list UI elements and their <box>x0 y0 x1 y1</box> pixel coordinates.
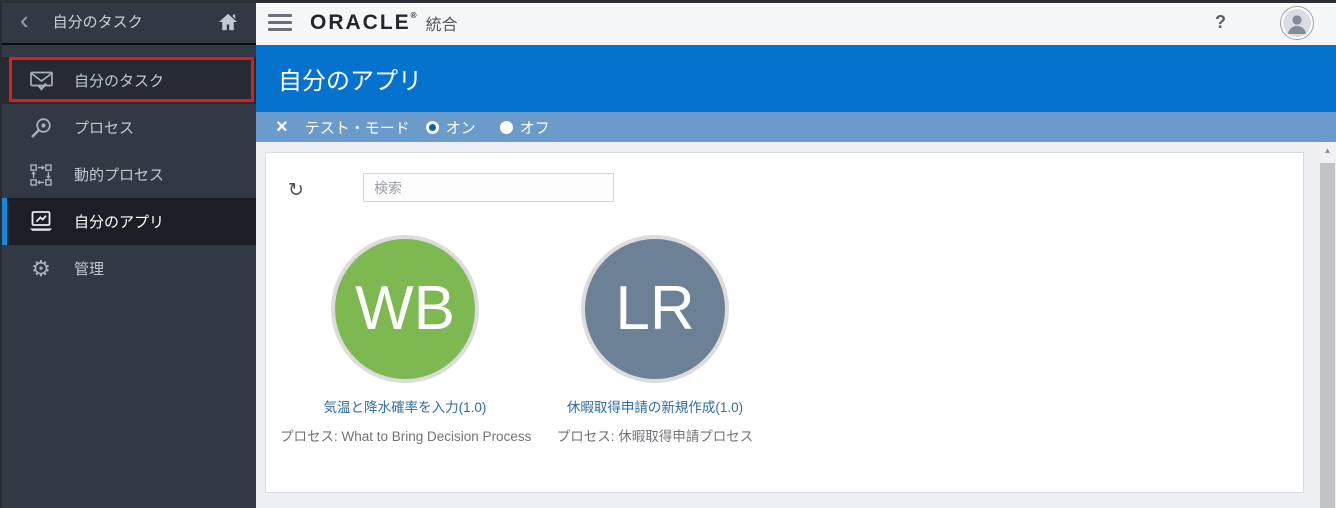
refresh-icon[interactable]: ↻ <box>288 179 304 202</box>
app-icon-wb[interactable]: WB <box>331 235 479 383</box>
avatar-icon <box>1283 9 1311 37</box>
laptop-chart-icon <box>28 209 54 235</box>
help-button[interactable]: ? <box>1215 12 1226 33</box>
sidebar: ‹ 自分のタスク 自分のタスク <box>0 0 256 508</box>
app-link[interactable]: 気温と降水確率を入力(1.0) <box>280 396 530 416</box>
main-area: ORACLE® 統合 ? 自分のアプリ × テスト・モード オン オフ ↻ WB <box>256 0 1336 508</box>
oracle-logo: ORACLE® <box>310 11 417 35</box>
window-top-edge <box>0 0 1336 3</box>
sidebar-item-administration[interactable]: ⚙ 管理 <box>2 245 256 292</box>
app-link[interactable]: 休暇取得申請の新規作成(1.0) <box>530 396 780 416</box>
sidebar-menu: 自分のタスク プロセス <box>2 45 256 292</box>
app-initials: WB <box>355 278 455 340</box>
content-area: ↻ WB 気温と降水確率を入力(1.0) プロセス: What to Bring… <box>256 142 1336 508</box>
test-mode-off-label[interactable]: オフ <box>520 117 550 138</box>
sidebar-item-my-apps[interactable]: 自分のアプリ <box>2 198 256 245</box>
vertical-scrollbar[interactable]: ▲ <box>1319 142 1336 508</box>
apps-panel: ↻ WB 気温と降水確率を入力(1.0) プロセス: What to Bring… <box>265 152 1304 493</box>
test-mode-off-radio[interactable] <box>500 121 513 134</box>
page-title: 自分のアプリ <box>278 61 422 96</box>
app-initials: LR <box>615 278 694 340</box>
top-bar: ORACLE® 統合 ? <box>256 0 1336 45</box>
test-mode-on-label[interactable]: オン <box>446 117 476 138</box>
app-icon-lr[interactable]: LR <box>581 235 729 383</box>
sidebar-item-label: 動的プロセス <box>74 164 164 185</box>
back-button[interactable]: ‹ <box>20 10 29 30</box>
scrollbar-up-arrow[interactable]: ▲ <box>1319 142 1336 159</box>
sidebar-item-dynamic-processes[interactable]: 動的プロセス <box>2 151 256 198</box>
user-avatar-button[interactable] <box>1280 6 1314 40</box>
home-button[interactable] <box>218 13 238 31</box>
app-tile: WB 気温と降水確率を入力(1.0) プロセス: What to Bring D… <box>280 235 530 445</box>
sidebar-item-my-tasks[interactable]: 自分のタスク <box>2 57 256 104</box>
test-mode-label: テスト・モード <box>305 117 410 138</box>
workflow-icon <box>28 162 54 188</box>
sidebar-item-label: 管理 <box>74 258 104 279</box>
app-process-caption: プロセス: 休暇取得申請プロセス <box>530 425 780 445</box>
page-header: 自分のアプリ <box>256 45 1336 112</box>
product-name: 統合 <box>426 11 458 35</box>
sidebar-item-processes[interactable]: プロセス <box>2 104 256 151</box>
test-mode-on-radio[interactable] <box>426 121 439 134</box>
home-icon <box>218 13 238 31</box>
mail-check-icon <box>28 68 54 94</box>
magnifier-icon <box>28 115 54 141</box>
sidebar-item-label: プロセス <box>74 117 134 138</box>
sidebar-item-label: 自分のアプリ <box>74 211 164 232</box>
app-process-caption: プロセス: What to Bring Decision Process <box>280 425 530 445</box>
gear-icon: ⚙ <box>28 256 54 282</box>
test-mode-bar: × テスト・モード オン オフ <box>256 112 1336 142</box>
close-test-mode-icon[interactable]: × <box>276 117 288 137</box>
scrollbar-thumb[interactable] <box>1320 163 1335 508</box>
sidebar-header: ‹ 自分のタスク <box>2 0 256 45</box>
search-input[interactable] <box>363 173 614 202</box>
hamburger-menu-button[interactable] <box>268 14 292 31</box>
app-tile: LR 休暇取得申請の新規作成(1.0) プロセス: 休暇取得申請プロセス <box>530 235 780 445</box>
sidebar-header-title: 自分のタスク <box>53 11 218 32</box>
sidebar-item-label: 自分のタスク <box>74 70 164 91</box>
